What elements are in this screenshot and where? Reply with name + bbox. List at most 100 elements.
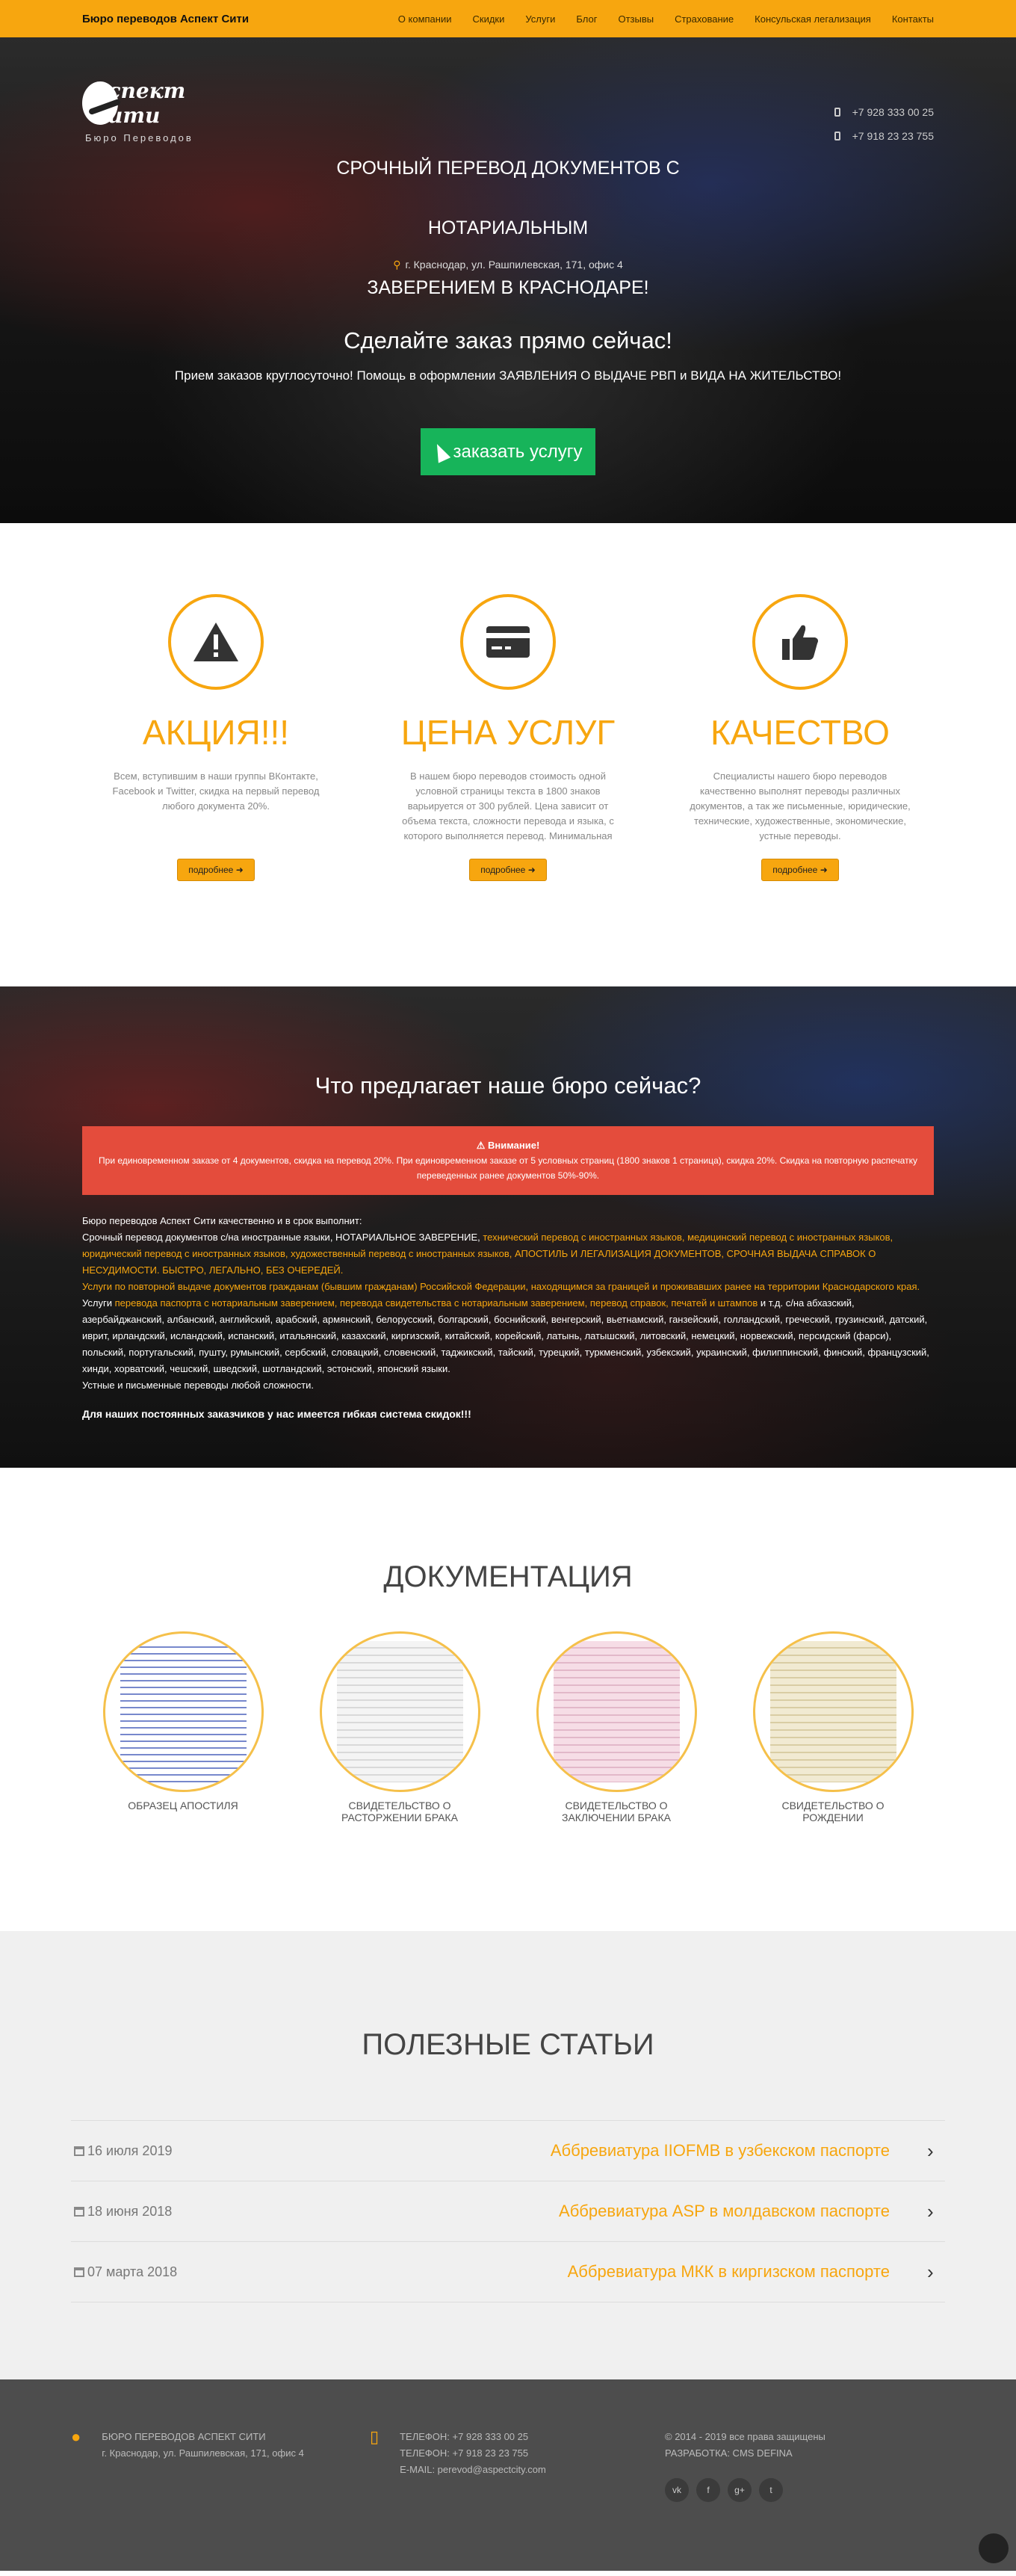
phone-1[interactable]: +7 928 333 00 25: [834, 100, 934, 124]
article-title[interactable]: Аббревиатура IIOFMB в узбекском паспорте: [298, 2141, 927, 2160]
chevron-right-icon[interactable]: ›: [927, 2140, 942, 2163]
mobile-phone-icon: ▯: [370, 2427, 380, 2446]
articles-title: ПОЛЕЗНЫЕ СТАТЬИ: [362, 2028, 654, 2061]
doc-item[interactable]: СВИДЕТЕЛЬСТВО О ЗАКЛЮЧЕНИИ БРАКА: [536, 1631, 697, 1823]
phone-2[interactable]: +7 918 23 23 755: [834, 124, 934, 148]
doc-thumbnail: [319, 1631, 480, 1792]
map-pin-icon: ●: [71, 2427, 81, 2446]
hero-section: Аспект Сити Бюро Переводов СРОЧНЫЙ ПЕРЕВ…: [0, 37, 1016, 523]
feature-title: ЦЕНА УСЛУГ: [400, 713, 616, 752]
cta-title: Сделайте заказ прямо сейчас!: [344, 327, 672, 353]
cta-subtitle: Прием заказов круглосуточно! Помощь в оф…: [174, 368, 842, 383]
phones: +7 928 333 00 25 +7 918 23 23 755: [834, 100, 934, 148]
footer-dev[interactable]: РАЗРАБОТКА: CMS DEFINA: [665, 2445, 826, 2462]
article-row[interactable]: 07 марта 2018 Аббревиатура МКК в киргизс…: [71, 2242, 945, 2302]
menu-item-contacts[interactable]: Контакты: [892, 13, 934, 25]
feature-text: Специалисты нашего бюро переводов качест…: [690, 770, 911, 841]
offer-intro: Бюро переводов Аспект Сити качественно и…: [82, 1215, 362, 1226]
play-widget-button[interactable]: [979, 2533, 1009, 2563]
article-row[interactable]: 16 июля 2019 Аббревиатура IIOFMB в узбек…: [71, 2121, 945, 2181]
offer-title: Что предлагает наше бюро сейчас?: [315, 1072, 701, 1099]
menu-item-services[interactable]: Услуги: [525, 13, 555, 25]
chevron-right-icon[interactable]: ›: [927, 2261, 942, 2284]
calendar-icon: [74, 2146, 84, 2156]
warning-icon: [168, 594, 264, 690]
doc-item[interactable]: ОБРАЗЕЦ АПОСТИЛЯ: [102, 1631, 264, 1823]
footer-contacts-block: ▯ ТЕЛЕФОН: +7 928 333 00 25 ТЕЛЕФОН: +7 …: [370, 2429, 665, 2571]
footer-phone-1[interactable]: ТЕЛЕФОН: +7 928 333 00 25: [400, 2429, 546, 2445]
features-section: АКЦИЯ!!! Всем, вступившим в наши группы …: [0, 523, 1016, 986]
offer-section: Что предлагает наше бюро сейчас? ⚠ Внима…: [0, 986, 1016, 1468]
vk-icon[interactable]: vk: [665, 2478, 689, 2502]
hero-address: ⚲ г. Краснодар, ул. Рашпилевская, 171, оф…: [0, 259, 1016, 271]
more-button[interactable]: подробнее ➜: [469, 859, 547, 881]
menu-item-discounts[interactable]: Скидки: [473, 13, 505, 25]
map-pin-icon: ⚲: [393, 259, 401, 271]
doc-label: СВИДЕТЕЛЬСТВО О РАСТОРЖЕНИИ БРАКА: [341, 1800, 458, 1823]
offer-line3: Услуги перевода паспорта с нотариальным …: [82, 1297, 929, 1374]
twitter-icon[interactable]: t: [759, 2478, 783, 2502]
order-service-button[interactable]: заказать услугу: [421, 428, 595, 475]
hero-title: СРОЧНЫЙ ПЕРЕВОД ДОКУМЕНТОВ С НОТАРИАЛЬНЫ…: [269, 138, 747, 318]
menu-item-insurance[interactable]: Страхование: [675, 13, 734, 25]
calendar-icon: [74, 2206, 84, 2217]
thumbs-up-icon: [752, 594, 848, 690]
docs-list: ОБРАЗЕЦ АПОСТИЛЯ СВИДЕТЕЛЬСТВО О РАСТОРЖ…: [0, 1631, 1016, 1823]
phone-icon: [834, 132, 840, 140]
logo-globe-icon: [82, 81, 118, 125]
alert-title: ⚠ Внимание!: [476, 1140, 540, 1151]
logo[interactable]: Аспект Сити Бюро Переводов: [82, 78, 232, 143]
feature-text: В нашем бюро переводов стоимость одной у…: [402, 770, 614, 841]
article-date: 16 июля 2019: [74, 2143, 298, 2159]
footer-copyright: © 2014 - 2019 все права защищены: [665, 2431, 826, 2442]
footer-email[interactable]: E-MAIL: perevod@aspectcity.com: [400, 2462, 546, 2478]
footer-copyright-block: © 2014 - 2019 все права защищены РАЗРАБО…: [665, 2429, 826, 2571]
more-button[interactable]: подробнее ➜: [761, 859, 839, 881]
article-title[interactable]: Аббревиатура ASP в молдавском паспорте: [298, 2202, 927, 2221]
doc-label: СВИДЕТЕЛЬСТВО О РОЖДЕНИИ: [781, 1800, 885, 1823]
feature-title: КАЧЕСТВО: [710, 713, 890, 752]
doc-item[interactable]: СВИДЕТЕЛЬСТВО О РАСТОРЖЕНИИ БРАКА: [319, 1631, 480, 1823]
social-links: vk f g+ t: [665, 2478, 826, 2502]
offer-line4: Устные и письменные переводы любой сложн…: [82, 1380, 314, 1391]
logo-subtitle: Бюро Переводов: [85, 132, 193, 143]
order-button-label: заказать услугу: [453, 441, 583, 462]
doc-label: СВИДЕТЕЛЬСТВО О ЗАКЛЮЧЕНИИ БРАКА: [561, 1800, 672, 1823]
doc-label: ОБРАЗЕЦ АПОСТИЛЯ: [128, 1800, 238, 1811]
cursor-icon: [430, 440, 450, 463]
more-button[interactable]: подробнее ➜: [177, 859, 255, 881]
doc-thumbnail: [536, 1631, 697, 1792]
calendar-icon: [74, 2267, 84, 2277]
menu-item-reviews[interactable]: Отзывы: [618, 13, 654, 25]
offer-line2: Услуги по повторной выдаче документов гр…: [82, 1281, 920, 1292]
docs-title: ДОКУМЕНТАЦИЯ: [383, 1560, 633, 1593]
article-row[interactable]: 18 июня 2018 Аббревиатура ASP в молдавск…: [71, 2181, 945, 2242]
docs-section: ДОКУМЕНТАЦИЯ ОБРАЗЕЦ АПОСТИЛЯ СВИДЕТЕЛЬС…: [0, 1468, 1016, 1931]
doc-item[interactable]: СВИДЕТЕЛЬСТВО О РОЖДЕНИИ: [752, 1631, 914, 1823]
top-navbar: Бюро переводов Аспект Сити О компании Ск…: [0, 0, 1016, 37]
brand-link[interactable]: Бюро переводов Аспект Сити: [82, 13, 249, 25]
credit-card-icon: [460, 594, 556, 690]
article-title[interactable]: Аббревиатура МКК в киргизском паспорте: [298, 2262, 927, 2282]
hero-title-line1: СРОЧНЫЙ ПЕРЕВОД ДОКУМЕНТОВ С НОТАРИАЛЬНЫ…: [336, 158, 680, 238]
feature-price: ЦЕНА УСЛУГ В нашем бюро переводов стоимо…: [392, 594, 625, 986]
footer-address: г. Краснодар, ул. Рашпилевская, 171, офи…: [102, 2447, 304, 2459]
menu-item-about[interactable]: О компании: [398, 13, 452, 25]
main-menu: О компании Скидки Услуги Блог Отзывы Стр…: [398, 13, 934, 25]
doc-thumbnail: [102, 1631, 264, 1792]
feature-promo: АКЦИЯ!!! Всем, вступившим в наши группы …: [100, 594, 332, 986]
address-text: г. Краснодар, ул. Рашпилевская, 171, офи…: [405, 259, 623, 271]
phone-icon: [834, 108, 840, 117]
footer: ● БЮРО ПЕРЕВОДОВ АСПЕКТ СИТИ г. Краснода…: [0, 2379, 1016, 2571]
articles-section: ПОЛЕЗНЫЕ СТАТЬИ 16 июля 2019 Аббревиатур…: [0, 1931, 1016, 2379]
feature-quality: КАЧЕСТВО Специалисты нашего бюро перевод…: [684, 594, 917, 986]
facebook-icon[interactable]: f: [696, 2478, 720, 2502]
footer-phone-2[interactable]: ТЕЛЕФОН: +7 918 23 23 755: [400, 2445, 546, 2462]
menu-item-blog[interactable]: Блог: [576, 13, 597, 25]
alert-text: При единовременном заказе от 4 документо…: [99, 1155, 917, 1181]
article-date: 18 июня 2018: [74, 2204, 298, 2220]
google-plus-icon[interactable]: g+: [728, 2478, 752, 2502]
feature-title: АКЦИЯ!!!: [142, 713, 290, 752]
menu-item-legalization[interactable]: Консульская легализация: [755, 13, 871, 25]
chevron-right-icon[interactable]: ›: [927, 2200, 942, 2223]
